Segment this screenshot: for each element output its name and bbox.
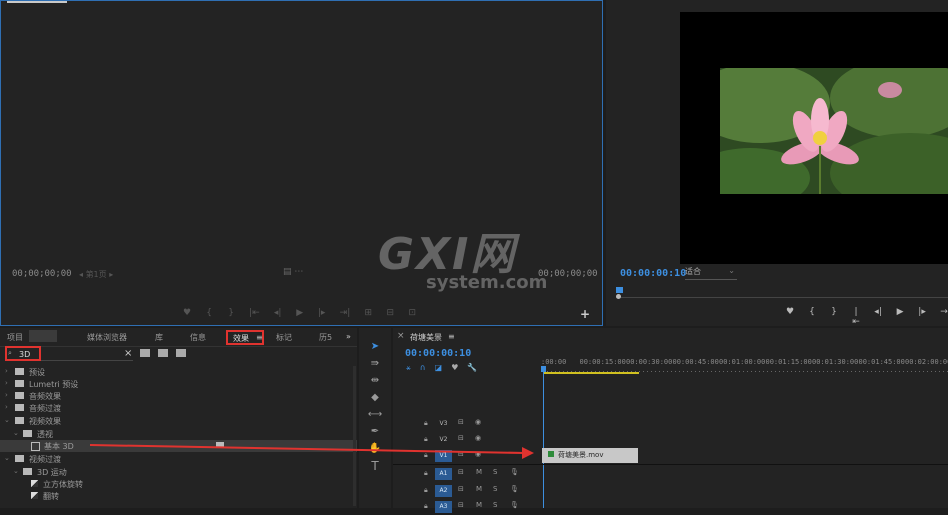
drag-arrow-annotation [89, 444, 534, 459]
